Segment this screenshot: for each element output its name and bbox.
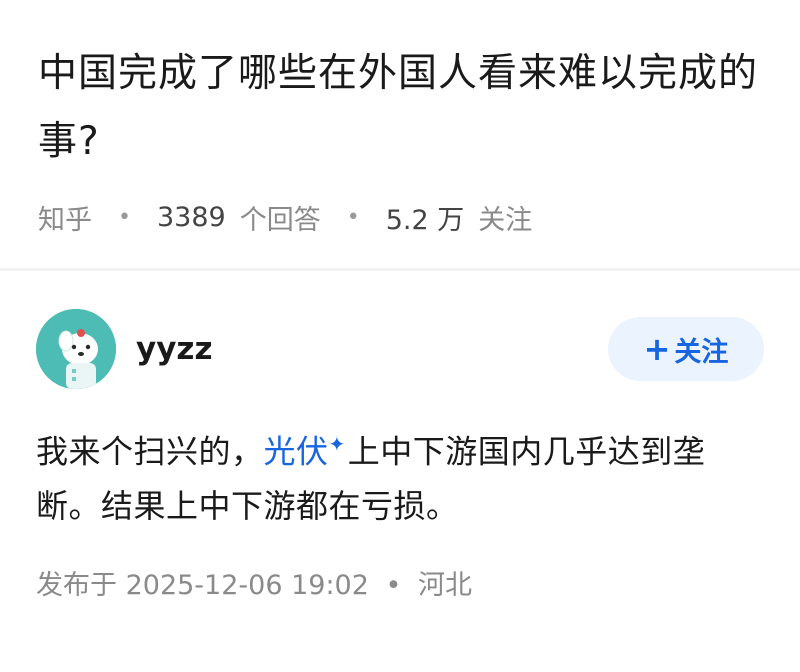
author-name[interactable]: yyzz xyxy=(136,331,213,367)
published-label: 发布于 xyxy=(36,569,117,601)
separator-dot: • xyxy=(118,205,131,230)
answer-count-label: 个回答 xyxy=(239,205,321,236)
author-row: yyzz + 关注 xyxy=(36,309,764,389)
published-time: 2025-12-06 19:02 xyxy=(125,569,369,601)
follow-button[interactable]: + 关注 xyxy=(608,317,764,381)
answer-count: 3389 xyxy=(156,202,226,233)
source-label[interactable]: 知乎 xyxy=(38,198,92,237)
plus-icon: + xyxy=(643,330,671,368)
separator-dot: • xyxy=(346,205,360,230)
follower-count-label: 关注 xyxy=(478,205,533,236)
author-avatar[interactable] xyxy=(36,309,116,389)
answer-meta: 发布于 2025-12-06 19:02 • 河北 xyxy=(36,563,764,602)
question-title[interactable]: 中国完成了哪些在外国人看来难以完成的事? xyxy=(38,40,762,176)
answer-card: yyzz + 关注 我来个扫兴的，光伏✦上中下游国内几乎达到垄断。结果上中下游都… xyxy=(0,271,800,602)
answer-text-prefix: 我来个扫兴的， xyxy=(36,432,264,471)
question-card: 中国完成了哪些在外国人看来难以完成的事? 知乎 • 3389 个回答 • 5.2… xyxy=(0,0,800,271)
sparkle-icon[interactable]: ✦ xyxy=(329,432,346,456)
answer-content: 我来个扫兴的，光伏✦上中下游国内几乎达到垄断。结果上中下游都在亏损。 xyxy=(36,417,764,533)
cartoon-dog-avatar-icon xyxy=(36,309,116,389)
separator-dot: • xyxy=(385,569,402,601)
ip-location: 河北 xyxy=(418,569,473,601)
follow-button-label: 关注 xyxy=(674,336,729,368)
question-meta: 知乎 • 3389 个回答 • 5.2 万 关注 xyxy=(38,198,762,237)
follower-count: 5.2 万 xyxy=(385,205,465,236)
keyword-link[interactable]: 光伏 xyxy=(264,433,329,471)
